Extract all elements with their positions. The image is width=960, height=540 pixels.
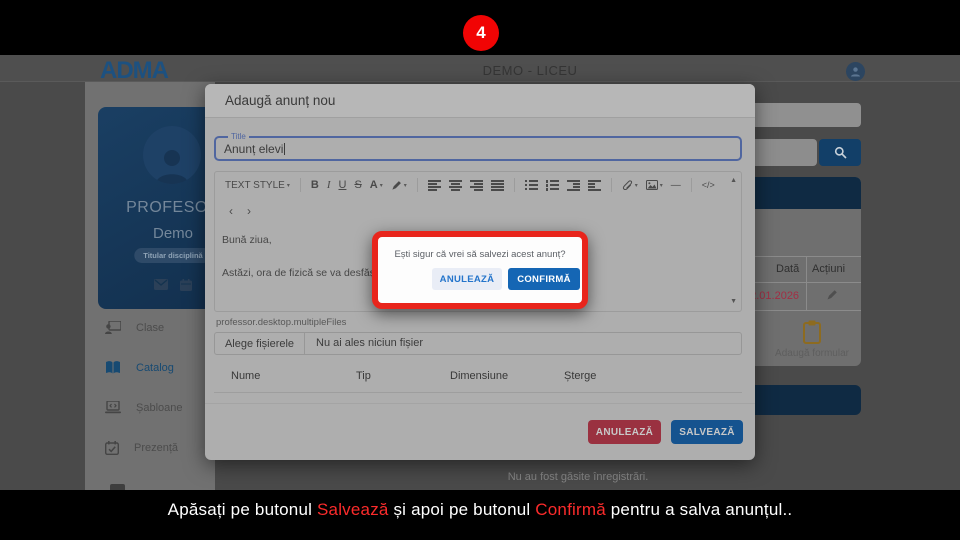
modal-title: Adaugă anunț nou	[225, 93, 336, 108]
user-icon	[850, 66, 861, 77]
toolbar-separator	[299, 178, 301, 192]
clipboard-icon	[803, 320, 821, 344]
toolbar-separator	[416, 178, 418, 192]
confirm-dialog-highlight: Ești sigur că vrei să salvezi acest anun…	[372, 231, 588, 309]
divider	[214, 392, 742, 393]
align-right-button[interactable]	[469, 179, 483, 191]
sidebar-item-label: Prezență	[134, 442, 179, 454]
file-col-size: Dimensiune	[450, 370, 509, 382]
user-avatar[interactable]	[846, 62, 865, 81]
add-form-label[interactable]: Adaugă formular	[775, 348, 849, 359]
next-button[interactable]: ›	[247, 204, 251, 218]
cancel-button[interactable]: ANULEAZĂ	[588, 420, 661, 444]
underline-button[interactable]: U	[338, 179, 346, 191]
title-field[interactable]: Title Anunț elevi	[214, 132, 742, 161]
adma-logo[interactable]: ADMA	[100, 57, 169, 85]
scroll-down-icon[interactable]: ▼	[730, 298, 737, 305]
indent-decrease-button[interactable]	[566, 179, 580, 191]
prev-button[interactable]: ‹	[229, 204, 233, 218]
mail-icon[interactable]	[154, 279, 168, 291]
column-header-actions: Acțiuni	[812, 263, 846, 275]
editor-paragraph: Bună ziua,	[222, 234, 272, 246]
sidebar-item-sabloane[interactable]: Șabloane	[105, 401, 183, 414]
file-col-type: Tip	[356, 370, 371, 382]
toolbar-separator	[610, 178, 612, 192]
strikethrough-button[interactable]: S	[354, 179, 361, 191]
sidebar-item-label: Șabloane	[136, 401, 183, 414]
multiple-files-hint: professor.desktop.multipleFiles	[216, 317, 347, 328]
sidebar-item-clase[interactable]: Clase	[105, 321, 164, 334]
column-header-date: Dată	[776, 263, 800, 275]
no-file-label: Nu ai ales niciun fișier	[316, 337, 423, 349]
attendance-icon	[105, 441, 119, 455]
sidebar-item-catalog[interactable]: Catalog	[105, 361, 174, 374]
edit-button[interactable]	[826, 289, 838, 301]
toolbar-separator	[513, 178, 515, 192]
search-icon	[834, 146, 847, 159]
bold-button[interactable]: B	[311, 179, 319, 191]
caption-save-highlight: Salvează	[317, 500, 389, 519]
empty-records-message: Nu au fost găsite înregistrări.	[507, 471, 649, 483]
sidebar-item-prezenta[interactable]: Prezență	[105, 441, 178, 455]
divider	[205, 403, 755, 404]
title-field-value: Anunț elevi	[224, 142, 284, 156]
caption-confirm-highlight: Confirmă	[535, 500, 606, 519]
templates-icon	[105, 401, 121, 414]
italic-button[interactable]: I	[327, 179, 331, 191]
align-center-button[interactable]	[448, 179, 462, 191]
indent-increase-button[interactable]	[587, 179, 601, 191]
highlight-pen-dropdown[interactable]: ▾	[391, 180, 407, 191]
profile-badge: Titular disciplină	[134, 248, 212, 263]
confirm-cancel-button[interactable]: ANULEAZĂ	[432, 268, 502, 290]
toolbar-separator	[690, 178, 692, 192]
file-col-delete: Șterge	[564, 370, 597, 382]
choose-files-button[interactable]: Alege fișierele	[215, 333, 305, 354]
search-button[interactable]	[819, 139, 861, 166]
sidebar-item-label: Catalog	[136, 361, 174, 374]
file-input[interactable]: Alege fișierele Nu ai ales niciun fișier	[214, 332, 742, 355]
text-cursor	[284, 143, 286, 155]
code-view-button[interactable]: </>	[702, 180, 715, 190]
align-justify-button[interactable]	[490, 179, 504, 191]
numbered-list-button[interactable]	[545, 179, 559, 191]
file-col-name: Nume	[231, 370, 261, 382]
add-form-button[interactable]	[803, 320, 821, 344]
attachment-dropdown[interactable]: ▾	[622, 179, 638, 191]
dimmed-app-background: ADMA DEMO - LICEU PROFESOR Demo Titular …	[0, 0, 960, 540]
app-title: DEMO - LICEU	[482, 63, 578, 78]
step-badge: 4	[463, 15, 499, 51]
confirm-button[interactable]: CONFIRMĂ	[508, 268, 580, 290]
text-style-dropdown[interactable]: TEXT STYLE ▾	[225, 180, 290, 191]
table-line	[806, 256, 807, 310]
editor-toolbar-row2: ‹ ›	[229, 204, 251, 218]
image-dropdown[interactable]: ▾	[645, 180, 663, 190]
tutorial-caption: Apăsați pe butonul Salvează și apoi pe b…	[167, 500, 793, 519]
profile-avatar	[143, 126, 201, 184]
bullet-list-button[interactable]	[524, 179, 538, 191]
align-left-button[interactable]	[427, 179, 441, 191]
catalog-icon	[105, 361, 121, 374]
font-color-dropdown[interactable]: A ▾	[370, 179, 383, 191]
confirm-message: Ești sigur că vrei să salvezi acest anun…	[394, 249, 566, 260]
horizontal-rule-button[interactable]: —	[671, 180, 681, 191]
classes-icon	[105, 321, 121, 334]
sidebar-item-label: Clase	[136, 321, 165, 334]
save-button[interactable]: SALVEAZĂ	[671, 420, 743, 444]
scroll-up-icon[interactable]: ▲	[730, 177, 737, 184]
pencil-icon	[826, 289, 838, 301]
editor-toolbar: TEXT STYLE ▾ B I U S A ▾ ▾ ▾ ▾ — </>	[225, 178, 719, 192]
title-field-label: Title	[228, 132, 249, 141]
calendar-icon[interactable]	[180, 279, 192, 291]
